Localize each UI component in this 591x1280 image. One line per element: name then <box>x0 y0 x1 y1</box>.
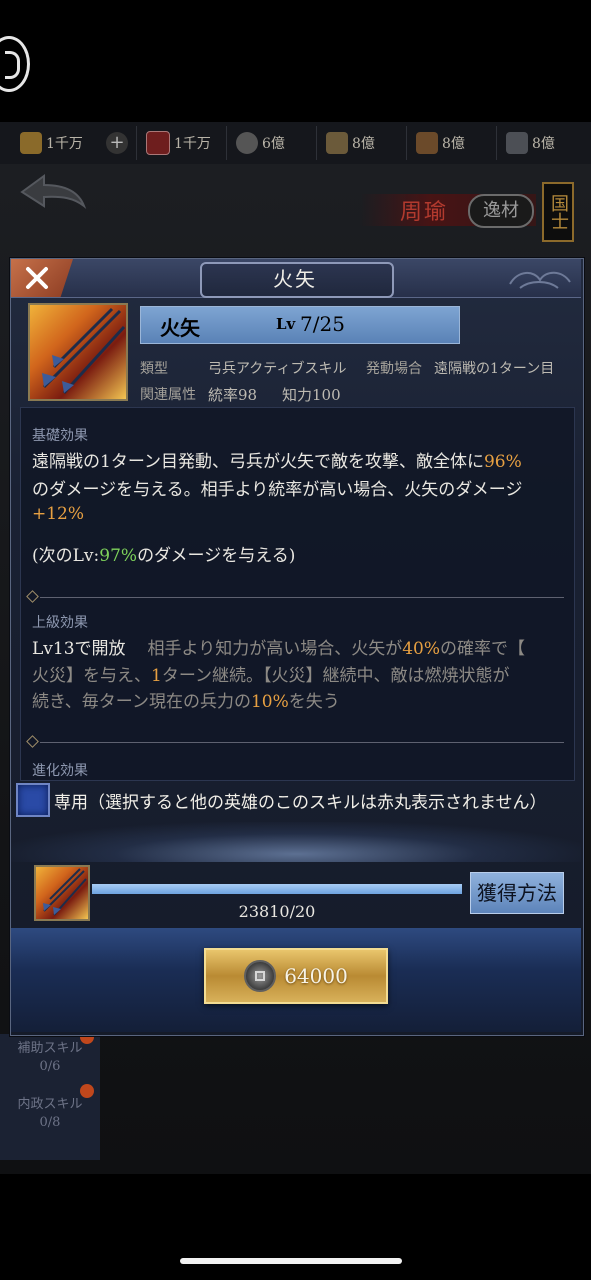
resource-coin[interactable]: 6億 <box>236 128 285 158</box>
side-tab-domestic-skill[interactable]: 内政スキル 0/8 <box>0 1084 100 1160</box>
section-divider <box>40 742 564 743</box>
resource-iron[interactable]: 8億 <box>506 128 555 158</box>
resource-wood[interactable]: 8億 <box>416 128 465 158</box>
bottom-area <box>0 1174 591 1280</box>
cloud-ornament-icon <box>509 271 571 289</box>
upgrade-button[interactable]: 64000 <box>204 948 388 1004</box>
attribute-leadership: 統率98 <box>208 386 258 404</box>
basic-effect-bonus: +12% <box>32 504 85 524</box>
exclusive-checkbox[interactable] <box>16 783 50 817</box>
basic-effect-title: 基礎効果 <box>32 428 88 444</box>
hero-tag-badge: 逸材 <box>468 194 534 228</box>
resource-grain[interactable]: 8億 <box>326 128 375 158</box>
advanced-effect-line-2: 火災】を与え、1ターン継続。【火災】継続中、敵は燃焼状態が <box>32 666 510 686</box>
trigger-label: 発動場合 <box>366 361 422 377</box>
fire-arrow-icon <box>43 868 87 916</box>
status-bar <box>0 0 591 120</box>
attribute-label: 関連属性 <box>140 387 196 403</box>
close-icon <box>26 267 48 289</box>
unlock-level: Lv13で開放 <box>32 639 126 659</box>
progress-fill <box>92 884 462 894</box>
token-icon <box>146 131 170 155</box>
resource-token[interactable]: 1千万 <box>146 128 211 158</box>
home-indicator <box>180 1258 402 1264</box>
iron-icon <box>506 132 528 154</box>
type-label: 類型 <box>140 361 168 377</box>
coin-icon <box>244 960 277 992</box>
type-value: 弓兵アクティブスキル <box>208 361 347 377</box>
fire-arrow-icon <box>42 307 126 395</box>
level-prefix: Lv <box>276 315 296 333</box>
back-arrow-icon[interactable] <box>18 172 88 212</box>
acquire-method-button[interactable]: 獲得方法 <box>470 872 564 914</box>
upgrade-cost: 64000 <box>284 964 348 988</box>
skill-name: 火矢 <box>160 316 200 340</box>
resource-bar: 1千万 + 1千万 6億 8億 8億 8億 <box>0 122 591 165</box>
advanced-effect-line-1: Lv13で開放 相手より知力が高い場合、火矢が40%の確率で【 <box>32 639 525 659</box>
add-resource-button[interactable]: + <box>106 128 128 158</box>
exclusive-label: 専用（選択すると他の英雄のこのスキルは赤丸表示されません） <box>54 793 547 813</box>
evolve-effect-title: 進化効果 <box>32 763 88 779</box>
trigger-value: 遠隔戦の1ターン目 <box>434 361 555 377</box>
skill-icon <box>28 303 128 401</box>
gold-ingot-icon <box>20 132 42 154</box>
basic-effect-line-1: 遠隔戦の1ターン目発動、弓兵が火矢で敵を攻撃、敵全体に96% <box>32 452 522 472</box>
next-level-effect: (次のLv:97%のダメージを与える) <box>32 546 296 566</box>
notification-dot <box>80 1084 94 1098</box>
skill-level: 7/25 <box>300 312 345 336</box>
coin-icon <box>236 132 258 154</box>
progress-count: 23810/20 <box>238 902 316 921</box>
hero-rank-badge: 国士 <box>542 182 574 242</box>
advanced-effect-line-3: 続き、毎ターン現在の兵力の10%を失う <box>32 692 340 712</box>
skill-fragment-icon <box>34 865 90 921</box>
advanced-effect-title: 上級効果 <box>32 615 88 631</box>
dialog-title: 火矢 <box>273 267 317 291</box>
grain-icon <box>326 132 348 154</box>
section-divider <box>40 597 564 598</box>
attribute-intelligence: 知力100 <box>282 386 341 404</box>
resource-gold[interactable]: 1千万 <box>20 128 83 158</box>
hero-name: 周瑜 <box>400 200 449 225</box>
glow-divider <box>11 822 581 862</box>
wood-icon <box>416 132 438 154</box>
plus-icon: + <box>106 132 128 154</box>
basic-effect-line-2: のダメージを与える。相手より統率が高い場合、火矢のダメージ <box>32 480 523 500</box>
